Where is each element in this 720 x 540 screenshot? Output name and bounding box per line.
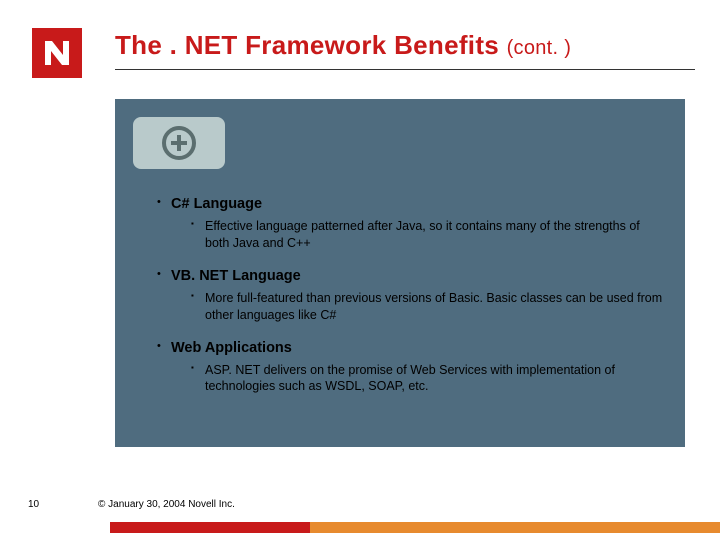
bullet-sub: ASP. NET delivers on the promise of Web … [191,362,665,396]
bullet-sub: More full-featured than previous version… [191,290,665,324]
list-item: VB. NET Language More full-featured than… [157,268,665,324]
title-continuation: (cont. ) [507,37,572,59]
content-panel: C# Language Effective language patterned… [115,99,685,447]
novell-logo [32,28,82,78]
list-item: C# Language Effective language patterned… [157,196,665,252]
n-logo-icon [42,38,72,68]
bullet-sub: Effective language patterned after Java,… [191,218,665,252]
benefit-indicator [133,117,225,169]
copyright: © January 30, 2004 Novell Inc. [98,499,235,510]
footer-accent [110,522,720,533]
page-number: 10 [28,499,39,510]
bullet-heading: Web Applications [157,340,665,356]
slide-title: The . NET Framework Benefits (cont. ) [115,30,571,61]
bullet-heading: VB. NET Language [157,268,665,284]
list-item: Web Applications ASP. NET delivers on th… [157,340,665,396]
footer-red-bar [110,522,310,533]
bullet-heading: C# Language [157,196,665,212]
title-main: The . NET Framework Benefits [115,30,499,60]
footer-orange-bar [310,522,720,533]
plus-icon [161,125,197,161]
title-divider [115,69,695,70]
bullet-list: C# Language Effective language patterned… [157,196,665,411]
